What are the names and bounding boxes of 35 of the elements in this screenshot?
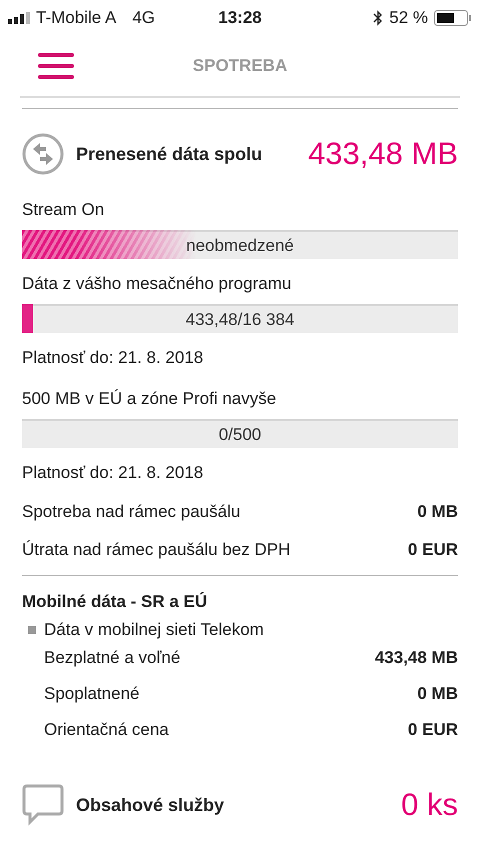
row-label: Útrata nad rámec paušálu bez DPH	[22, 540, 290, 560]
validity-text: Platnosť do: 21. 8. 2018	[22, 462, 204, 484]
menu-button[interactable]	[38, 52, 74, 80]
row-value: 0 EUR	[408, 540, 458, 560]
signal-icon	[8, 12, 30, 24]
row-value: 0 MB	[417, 684, 458, 704]
data-transfer-icon	[22, 133, 64, 175]
row-label: Spotreba nad rámec paušálu	[22, 502, 240, 522]
total-amount: 0 ks	[401, 787, 458, 823]
clock: 13:28	[218, 8, 262, 27]
usage-label: 500 MB v EÚ a zóne Profi navyše	[22, 388, 278, 410]
group-label: Dáta v mobilnej sieti Telekom	[44, 620, 264, 640]
speech-bubble-icon	[22, 784, 64, 826]
row-label: Bezplatné a voľné	[44, 648, 180, 668]
network-type: 4G	[132, 8, 155, 28]
usage-label: Dáta z vášho mesačného programu	[22, 273, 292, 295]
row-label: Spoplatnené	[44, 684, 140, 704]
section-title: Obsahové služby	[76, 794, 224, 816]
bullet-icon	[28, 626, 36, 634]
battery-percent: 52 %	[389, 8, 428, 28]
subsection-title: Mobilné dáta - SR a EÚ	[22, 592, 208, 612]
row-value: 0 MB	[417, 502, 458, 522]
battery-icon	[434, 10, 472, 26]
section-title: Prenesené dáta spolu	[76, 144, 262, 164]
carrier-name: T-Mobile A	[36, 8, 116, 28]
progress-text: 433,48/16 384	[186, 310, 294, 330]
row-value: 0 EUR	[408, 720, 458, 740]
total-amount: 433,48 MB	[308, 136, 458, 172]
row-value: 433,48 MB	[374, 648, 458, 668]
row-label: Orientačná cena	[44, 720, 169, 740]
bluetooth-icon	[373, 10, 384, 26]
usage-label: Stream On	[22, 199, 106, 221]
page-title: SPOTREBA	[192, 56, 288, 75]
validity-text: Platnosť do: 21. 8. 2018	[22, 347, 204, 369]
progress-text: neobmedzené	[186, 236, 294, 256]
